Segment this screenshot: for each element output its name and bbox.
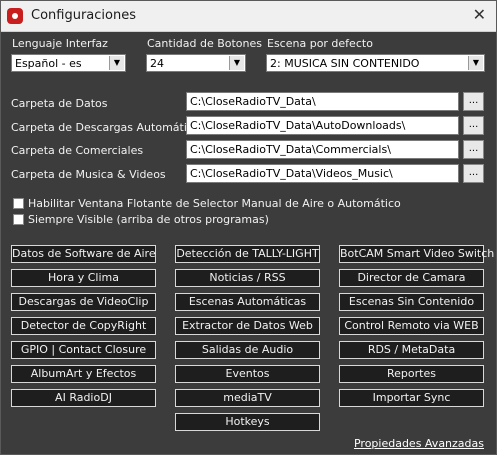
- gpio-contact-closure-button[interactable]: GPIO | Contact Closure: [11, 341, 156, 359]
- window-title: Configuraciones: [31, 8, 136, 23]
- data-folder-label: Carpeta de Datos: [11, 97, 108, 110]
- commercials-folder-browse-button[interactable]: ...: [463, 140, 484, 159]
- always-on-top-label: Siempre Visible (arriba de otros program…: [28, 213, 269, 226]
- data-folder-browse-button[interactable]: ...: [463, 92, 484, 111]
- time-weather-button[interactable]: Hora y Clima: [11, 269, 156, 287]
- web-remote-control-button[interactable]: Control Remoto via WEB: [339, 317, 484, 335]
- commercials-folder-label: Carpeta de Comerciales: [11, 144, 144, 157]
- music-videos-folder-field[interactable]: C:\CloseRadioTV_Data\Videos_Music\: [186, 164, 459, 183]
- data-folder-value: C:\CloseRadioTV_Data\: [190, 95, 316, 108]
- chevron-down-icon[interactable]: ▼: [229, 56, 244, 70]
- app-record-icon: [7, 8, 23, 24]
- always-on-top-checkbox[interactable]: [13, 214, 24, 225]
- settings-window: Configuraciones ✕ Lenguaje Interfaz Espa…: [0, 0, 497, 455]
- title-bar[interactable]: Configuraciones ✕: [1, 1, 496, 32]
- commercials-folder-field[interactable]: C:\CloseRadioTV_Data\Commercials\: [186, 140, 459, 159]
- hotkeys-button[interactable]: Hotkeys: [175, 413, 320, 431]
- chevron-down-icon[interactable]: ▼: [109, 56, 124, 70]
- videoclip-downloads-button[interactable]: Descargas de VideoClip: [11, 293, 156, 311]
- scenes-without-content-button[interactable]: Escenas Sin Contenido: [339, 293, 484, 311]
- import-sync-button[interactable]: Importar Sync: [339, 389, 484, 407]
- downloads-folder-label: Carpeta de Descargas Automáticas: [11, 121, 206, 134]
- downloads-folder-field[interactable]: C:\CloseRadioTV_Data\AutoDownloads\: [186, 116, 459, 135]
- audio-outputs-button[interactable]: Salidas de Audio: [175, 341, 320, 359]
- default-scene-label: Escena por defecto: [267, 37, 373, 50]
- language-value: Español - es: [15, 57, 82, 70]
- close-icon[interactable]: ✕: [473, 5, 486, 24]
- default-scene-select[interactable]: 2: MUSICA SIN CONTENIDO ▼: [266, 54, 485, 72]
- commercials-folder-value: C:\CloseRadioTV_Data\Commercials\: [190, 143, 391, 156]
- mediatv-button[interactable]: mediaTV: [175, 389, 320, 407]
- floating-window-label: Habilitar Ventana Flotante de Selector M…: [28, 197, 401, 210]
- buttons-count-label: Cantidad de Botones: [147, 37, 263, 50]
- downloads-folder-value: C:\CloseRadioTV_Data\AutoDownloads\: [190, 119, 406, 132]
- rds-metadata-button[interactable]: RDS / MetaData: [339, 341, 484, 359]
- buttons-count-select[interactable]: 24 ▼: [146, 54, 246, 72]
- albumart-effects-button[interactable]: AlbumArt y Efectos: [11, 365, 156, 383]
- music-videos-folder-value: C:\CloseRadioTV_Data\Videos_Music\: [190, 167, 393, 180]
- buttons-count-value: 24: [150, 57, 164, 70]
- events-button[interactable]: Eventos: [175, 365, 320, 383]
- ai-radiodj-button[interactable]: AI RadioDJ: [11, 389, 156, 407]
- reports-button[interactable]: Reportes: [339, 365, 484, 383]
- default-scene-value: 2: MUSICA SIN CONTENIDO: [270, 57, 420, 70]
- air-software-data-button[interactable]: Datos de Software de Aire: [11, 245, 156, 263]
- downloads-folder-browse-button[interactable]: ...: [463, 116, 484, 135]
- camera-director-button[interactable]: Director de Camara: [339, 269, 484, 287]
- copyright-detector-button[interactable]: Detector de CopyRight: [11, 317, 156, 335]
- tally-light-button[interactable]: Detección de TALLY-LIGHT: [175, 245, 320, 263]
- web-data-extractor-button[interactable]: Extractor de Datos Web: [175, 317, 320, 335]
- news-rss-button[interactable]: Noticias / RSS: [175, 269, 320, 287]
- floating-window-checkbox[interactable]: [13, 198, 24, 209]
- data-folder-field[interactable]: C:\CloseRadioTV_Data\: [186, 92, 459, 111]
- chevron-down-icon[interactable]: ▼: [468, 56, 483, 70]
- language-label: Lenguaje Interfaz: [12, 37, 108, 50]
- automatic-scenes-button[interactable]: Escenas Automáticas: [175, 293, 320, 311]
- botcam-smart-video-switch-button[interactable]: BotCAM Smart Video Switch: [339, 245, 494, 263]
- advanced-properties-link[interactable]: Propiedades Avanzadas: [354, 437, 484, 450]
- music-videos-folder-label: Carpeta de Musica & Videos: [11, 168, 166, 181]
- music-videos-folder-browse-button[interactable]: ...: [463, 164, 484, 183]
- language-select[interactable]: Español - es ▼: [11, 54, 126, 72]
